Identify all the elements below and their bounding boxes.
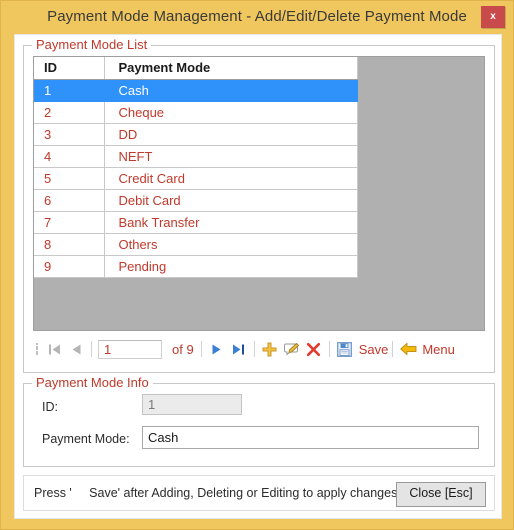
add-icon[interactable] bbox=[259, 339, 281, 359]
table-row[interactable]: 1 Cash bbox=[34, 79, 358, 102]
back-arrow-icon bbox=[397, 339, 419, 359]
table-row[interactable]: 2 Cheque bbox=[34, 101, 358, 124]
cell-payment-mode: DD bbox=[104, 123, 358, 146]
client-area: Payment Mode List ID Payment Mode 1 Cash 2… bbox=[14, 34, 502, 519]
edit-icon[interactable] bbox=[281, 339, 303, 359]
table-row[interactable]: 8 Others bbox=[34, 233, 358, 256]
cell-id: 2 bbox=[34, 101, 105, 124]
window-close-button[interactable]: x bbox=[481, 6, 505, 28]
window-title: Payment Mode Management - Add/Edit/Delet… bbox=[47, 8, 467, 25]
current-page-input[interactable] bbox=[98, 339, 162, 359]
cell-id: 9 bbox=[34, 255, 105, 278]
application-window: Payment Mode Management - Add/Edit/Delet… bbox=[0, 0, 514, 530]
cell-id: 8 bbox=[34, 233, 105, 256]
payment-mode-info-legend: Payment Mode Info bbox=[32, 375, 153, 390]
first-record-icon[interactable] bbox=[43, 339, 65, 359]
cell-payment-mode: Others bbox=[104, 233, 358, 256]
table-row[interactable]: 3 DD bbox=[34, 123, 358, 146]
record-navigator-toolbar: of 9 bbox=[33, 336, 485, 362]
page-count-label: of 9 bbox=[172, 341, 194, 357]
payment-mode-table: ID Payment Mode 1 Cash 2 Cheque 3 DD 4 NEFT 5 Cre… bbox=[34, 57, 358, 278]
payment-mode-label: Payment Mode: bbox=[42, 432, 130, 446]
next-record-icon[interactable] bbox=[206, 339, 228, 359]
menu-label: Menu bbox=[422, 341, 455, 357]
cell-payment-mode: Credit Card bbox=[104, 167, 358, 190]
table-header-row: ID Payment Mode bbox=[34, 57, 358, 80]
payment-mode-field[interactable] bbox=[142, 426, 479, 449]
table-body: 1 Cash 2 Cheque 3 DD 4 NEFT 5 Credit Card 6 Debit C… bbox=[34, 79, 358, 278]
last-record-icon[interactable] bbox=[228, 339, 250, 359]
id-label: ID: bbox=[42, 400, 58, 414]
column-header-id[interactable]: ID bbox=[34, 57, 105, 80]
toolbar-separator bbox=[253, 341, 255, 357]
cell-id: 4 bbox=[34, 145, 105, 168]
toolbar-separator bbox=[392, 341, 394, 357]
id-field[interactable] bbox=[142, 394, 242, 415]
cell-payment-mode: NEFT bbox=[104, 145, 358, 168]
payment-mode-info-group: Payment Mode Info ID: Payment Mode: bbox=[23, 375, 495, 467]
status-bar: Press ' Save' after Adding, Deleting or … bbox=[23, 475, 495, 511]
cell-payment-mode: Bank Transfer bbox=[104, 211, 358, 234]
cell-payment-mode: Debit Card bbox=[104, 189, 358, 212]
save-icon bbox=[334, 339, 356, 359]
cell-id: 3 bbox=[34, 123, 105, 146]
cell-payment-mode: Pending bbox=[104, 255, 358, 278]
close-esc-button[interactable]: Close [Esc] bbox=[396, 482, 486, 507]
toolbar-separator bbox=[328, 341, 330, 357]
previous-record-icon[interactable] bbox=[65, 339, 87, 359]
column-header-payment-mode[interactable]: Payment Mode bbox=[104, 57, 358, 80]
save-label: Save bbox=[358, 341, 389, 357]
toolbar-grip[interactable] bbox=[33, 342, 41, 356]
status-message: Press ' Save' after Adding, Deleting or … bbox=[34, 486, 398, 500]
payment-mode-grid[interactable]: ID Payment Mode 1 Cash 2 Cheque 3 DD 4 NEFT 5 Cre… bbox=[33, 56, 485, 331]
toolbar-separator bbox=[200, 341, 202, 357]
table-row[interactable]: 5 Credit Card bbox=[34, 167, 358, 190]
cell-id: 6 bbox=[34, 189, 105, 212]
cell-id: 7 bbox=[34, 211, 105, 234]
cell-payment-mode: Cheque bbox=[104, 101, 358, 124]
cell-id: 5 bbox=[34, 167, 105, 190]
table-row[interactable]: 7 Bank Transfer bbox=[34, 211, 358, 234]
table-row[interactable]: 4 NEFT bbox=[34, 145, 358, 168]
table-row[interactable]: 9 Pending bbox=[34, 255, 358, 278]
delete-icon[interactable] bbox=[303, 339, 325, 359]
cell-payment-mode: Cash bbox=[104, 79, 358, 102]
title-bar: Payment Mode Management - Add/Edit/Delet… bbox=[1, 1, 513, 33]
toolbar-separator bbox=[91, 341, 92, 357]
payment-mode-list-legend: Payment Mode List bbox=[32, 37, 152, 52]
payment-mode-list-group: Payment Mode List ID Payment Mode 1 Cash 2… bbox=[23, 37, 495, 373]
cell-id: 1 bbox=[34, 79, 105, 102]
menu-button[interactable]: Menu bbox=[397, 339, 455, 359]
save-button[interactable]: Save bbox=[334, 339, 389, 359]
table-row[interactable]: 6 Debit Card bbox=[34, 189, 358, 212]
